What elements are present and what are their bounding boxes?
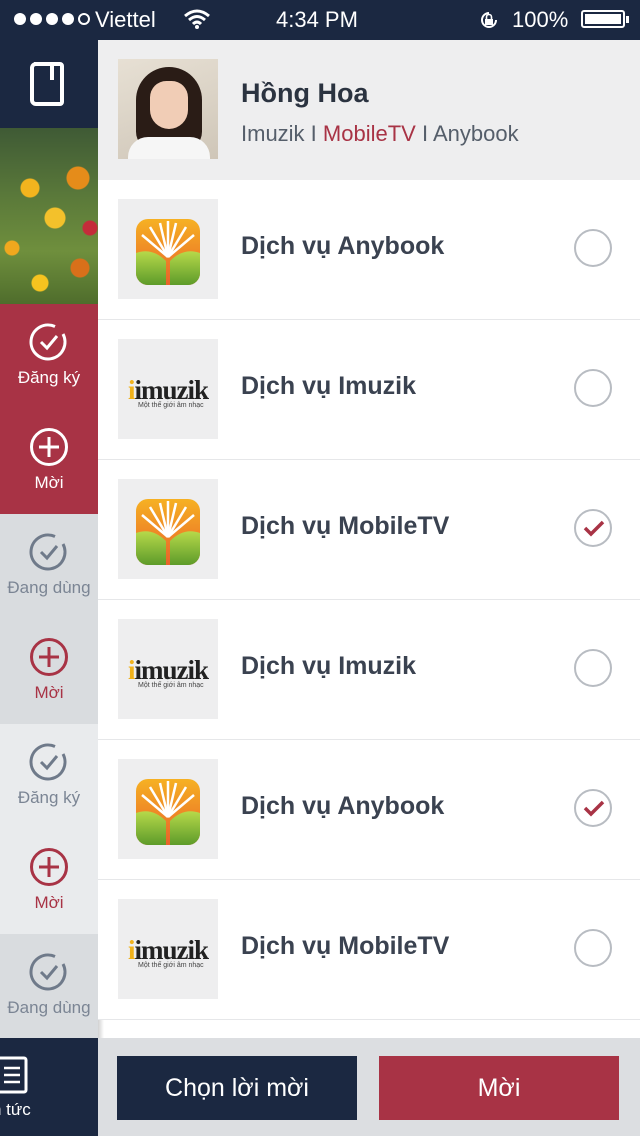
rail-item-invite[interactable]: Mời xyxy=(0,409,98,514)
rail-item-label: Đang dùng xyxy=(7,578,91,597)
side-rail: Đăng ký Mời Đang dùng Mời Đăng ký Mời Đa… xyxy=(0,40,104,1136)
service-title: Dịch vụ Imuzik xyxy=(241,652,417,680)
anybook-logo xyxy=(118,199,218,299)
profile-services: Imuzik I MobileTV I Anybook xyxy=(241,121,519,147)
rail-item-news[interactable]: n tức xyxy=(0,1038,98,1136)
rail-item-label: Đăng ký xyxy=(17,368,81,387)
select-radio[interactable] xyxy=(574,369,612,407)
imuzik-wordmark: imuzik xyxy=(134,375,210,405)
service-title: Dịch vụ Imuzik xyxy=(241,372,417,400)
list-item[interactable]: Dịch vụ Anybook xyxy=(98,740,640,880)
rail-item-register[interactable]: Đăng ký xyxy=(0,724,98,829)
imuzik-logo: iimuzik Một thế giới âm nhạc xyxy=(118,899,218,999)
service-anybook: Anybook xyxy=(432,121,519,146)
imuzik-logo: iimuzik Một thế giới âm nhạc xyxy=(118,339,218,439)
profile-name: Hồng Hoa xyxy=(241,78,369,108)
select-radio-checked[interactable] xyxy=(574,789,612,827)
service-title: Dịch vụ Anybook xyxy=(241,232,445,260)
check-circle-icon xyxy=(29,953,67,991)
imuzik-wordmark: imuzik xyxy=(134,655,210,685)
separator: I xyxy=(304,121,323,146)
clock: 4:34 PM xyxy=(276,7,358,32)
rail-item-label: n tức xyxy=(0,1100,31,1119)
rail-item-label: Đăng ký xyxy=(17,788,81,807)
service-list: Dịch vụ Anybook iimuzik Một thế giới âm … xyxy=(98,180,640,1020)
service-mobiletv: MobileTV xyxy=(322,121,416,146)
select-radio-checked[interactable] xyxy=(574,509,612,547)
profile-header: Hồng Hoa Imuzik I MobileTV I Anybook xyxy=(98,40,640,180)
rail-header xyxy=(0,40,98,128)
imuzik-logo: iimuzik Một thế giới âm nhạc xyxy=(118,619,218,719)
plus-circle-icon xyxy=(30,848,68,886)
cover-photo xyxy=(0,128,98,304)
list-item[interactable]: iimuzik Một thế giới âm nhạc Dịch vụ Imu… xyxy=(98,600,640,740)
status-bar: Viettel 4:34 PM 100% xyxy=(0,0,640,40)
separator: I xyxy=(415,121,433,146)
service-title: Dịch vụ MobileTV xyxy=(241,932,450,960)
check-circle-icon xyxy=(29,323,67,361)
choose-invitation-button[interactable]: Chọn lời mời xyxy=(117,1056,357,1120)
imuzik-tagline: Một thế giới âm nhạc xyxy=(138,682,204,689)
check-circle-icon xyxy=(29,533,67,571)
plus-circle-icon xyxy=(30,638,68,676)
checkmark-icon xyxy=(583,800,605,817)
rail-item-invite[interactable]: Mời xyxy=(0,619,98,724)
rail-item-in-use[interactable]: Đang dùng xyxy=(0,514,98,619)
anybook-logo xyxy=(118,759,218,859)
battery-percentage: 100% xyxy=(512,7,569,32)
select-radio[interactable] xyxy=(574,229,612,267)
rail-item-invite[interactable]: Mời xyxy=(0,829,98,934)
battery-icon xyxy=(581,10,629,28)
list-item[interactable]: iimuzik Một thế giới âm nhạc Dịch vụ Imu… xyxy=(98,320,640,460)
service-imuzik: Imuzik xyxy=(241,121,305,146)
service-title: Dịch vụ MobileTV xyxy=(241,512,450,540)
list-item[interactable]: Dịch vụ Anybook xyxy=(98,180,640,320)
plus-circle-icon xyxy=(30,428,68,466)
select-radio[interactable] xyxy=(574,649,612,687)
anybook-logo xyxy=(118,479,218,579)
imuzik-tagline: Một thế giới âm nhạc xyxy=(138,962,204,969)
invite-button[interactable]: Mời xyxy=(379,1056,619,1120)
imuzik-tagline: Một thế giới âm nhạc xyxy=(138,402,204,409)
avatar[interactable] xyxy=(118,59,218,159)
news-icon xyxy=(0,1056,28,1094)
checkmark-icon xyxy=(583,520,605,537)
list-item[interactable]: iimuzik Một thế giới âm nhạc Dịch vụ Mob… xyxy=(98,880,640,1020)
list-item[interactable]: Dịch vụ MobileTV xyxy=(98,460,640,600)
book-icon[interactable] xyxy=(28,60,68,108)
rail-item-label: Mời xyxy=(34,683,64,702)
signal-strength-icon xyxy=(14,13,90,25)
select-radio[interactable] xyxy=(574,929,612,967)
action-bar: Chọn lời mời Mời xyxy=(98,1038,640,1136)
rail-item-label: Mời xyxy=(34,473,64,492)
carrier-name: Viettel xyxy=(95,7,156,32)
service-title: Dịch vụ Anybook xyxy=(241,792,445,820)
wifi-icon xyxy=(184,9,210,29)
imuzik-wordmark: imuzik xyxy=(134,935,210,965)
rail-item-label: Đang dùng xyxy=(7,998,91,1017)
rotation-lock-icon xyxy=(481,12,497,28)
rail-item-label: Mời xyxy=(34,893,64,912)
check-circle-icon xyxy=(29,743,67,781)
rail-item-register[interactable]: Đăng ký xyxy=(0,304,98,409)
rail-item-in-use[interactable]: Đang dùng xyxy=(0,934,98,1039)
